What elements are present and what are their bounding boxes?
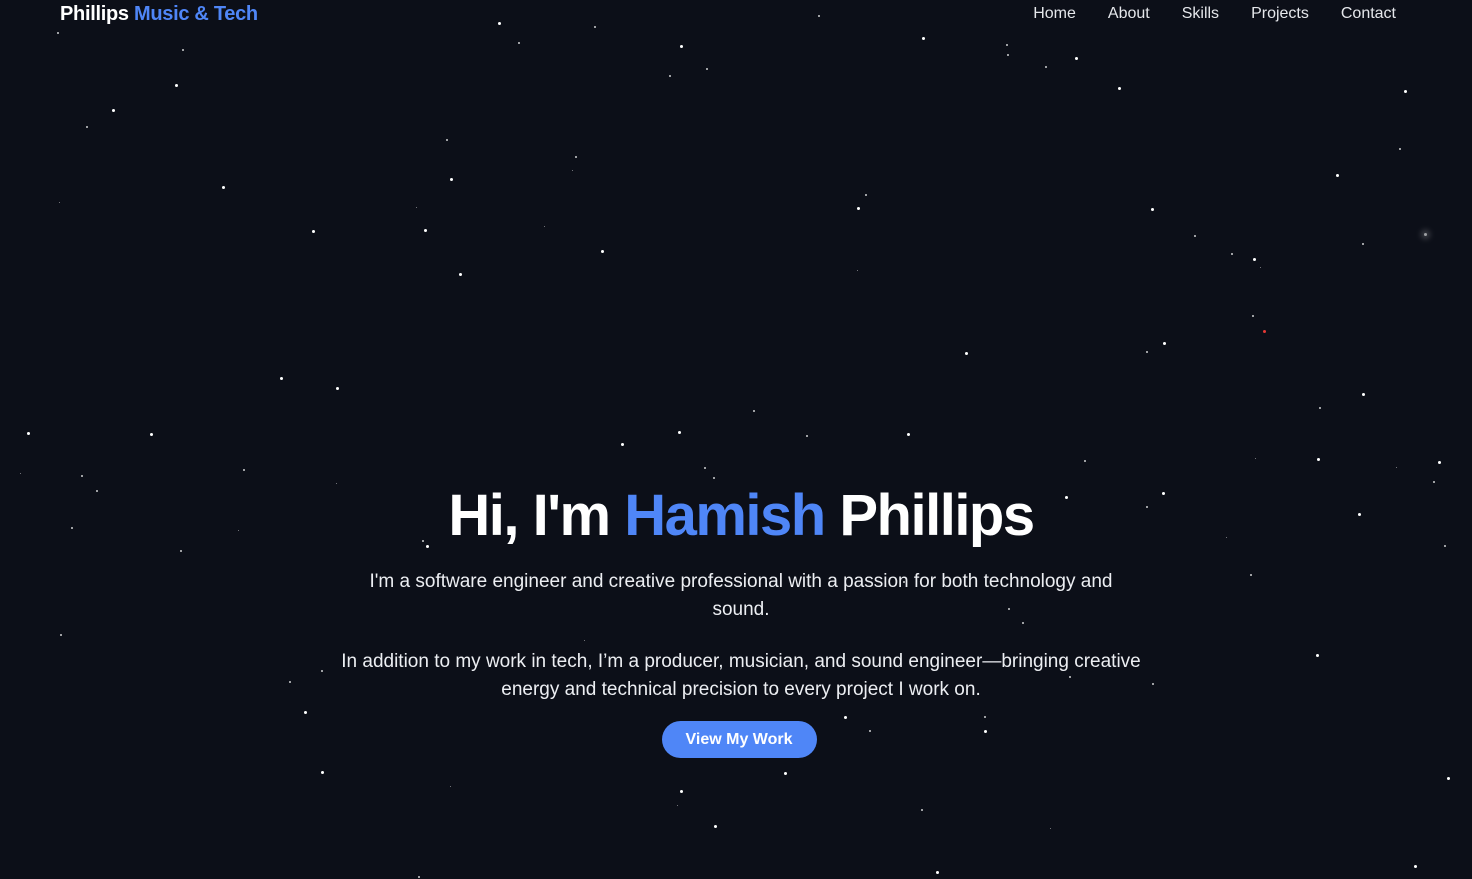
star bbox=[1361, 392, 1365, 396]
star bbox=[571, 169, 573, 171]
star bbox=[921, 809, 923, 811]
star bbox=[1319, 407, 1321, 409]
star bbox=[806, 435, 808, 437]
star bbox=[1150, 207, 1154, 211]
nav-link-home[interactable]: Home bbox=[1033, 5, 1076, 23]
star bbox=[458, 272, 462, 276]
hero-detail-text: In addition to my work in tech, I’m a pr… bbox=[341, 651, 1141, 700]
star bbox=[446, 139, 448, 141]
star bbox=[26, 431, 30, 435]
navbar: Phillips Music & Tech Home About Skills … bbox=[0, 0, 1472, 30]
star bbox=[679, 789, 683, 793]
star bbox=[58, 201, 60, 203]
star bbox=[1335, 173, 1339, 177]
star bbox=[669, 75, 671, 77]
brand-name-main: Phillips bbox=[60, 3, 129, 25]
star bbox=[1006, 44, 1008, 46]
star bbox=[19, 472, 21, 474]
hero-intro-text: I'm a software engineer and creative pro… bbox=[369, 571, 1113, 620]
star bbox=[243, 469, 245, 471]
star bbox=[1074, 56, 1078, 60]
hero-heading: Hi, I'm Hamish Phillips bbox=[0, 478, 1472, 554]
hero-section: Hi, I'm Hamish Phillips I'm a software e… bbox=[0, 478, 1472, 758]
star bbox=[449, 785, 451, 787]
star bbox=[1413, 864, 1417, 868]
star bbox=[1362, 243, 1364, 245]
star bbox=[865, 194, 867, 196]
star bbox=[856, 206, 860, 210]
star bbox=[679, 44, 683, 48]
hero-first-name: Hamish bbox=[624, 483, 826, 548]
nav-link-projects[interactable]: Projects bbox=[1251, 5, 1309, 23]
view-my-work-button[interactable]: View My Work bbox=[661, 721, 817, 758]
star bbox=[600, 249, 604, 253]
star bbox=[81, 475, 83, 477]
star bbox=[1231, 253, 1233, 255]
star bbox=[906, 432, 910, 436]
star bbox=[1403, 89, 1407, 93]
page: Phillips Music & Tech Home About Skills … bbox=[0, 0, 1472, 879]
star bbox=[1049, 827, 1051, 829]
star bbox=[418, 876, 420, 878]
star bbox=[543, 225, 545, 227]
star bbox=[57, 32, 59, 34]
nav-link-skills[interactable]: Skills bbox=[1182, 5, 1219, 23]
star bbox=[86, 126, 88, 128]
star bbox=[1117, 86, 1121, 90]
star bbox=[149, 432, 153, 436]
nav-link-about[interactable]: About bbox=[1108, 5, 1150, 23]
site-logo[interactable]: Phillips Music & Tech bbox=[60, 3, 258, 26]
star bbox=[320, 770, 324, 774]
star bbox=[964, 351, 968, 355]
star bbox=[221, 185, 225, 189]
star-glow bbox=[1424, 233, 1427, 236]
star bbox=[1437, 460, 1441, 464]
star bbox=[1259, 266, 1261, 268]
star bbox=[1252, 315, 1254, 317]
star bbox=[713, 824, 717, 828]
star bbox=[921, 36, 925, 40]
star bbox=[449, 177, 453, 181]
star bbox=[1194, 235, 1196, 237]
star bbox=[856, 269, 858, 271]
star bbox=[174, 83, 178, 87]
star bbox=[1254, 457, 1256, 459]
star bbox=[704, 467, 706, 469]
star bbox=[111, 108, 115, 112]
star bbox=[415, 206, 417, 208]
star bbox=[1399, 148, 1401, 150]
nav-links: Home About Skills Projects Contact bbox=[1033, 5, 1396, 23]
star bbox=[706, 68, 708, 70]
star bbox=[311, 229, 315, 233]
nav-link-contact[interactable]: Contact bbox=[1341, 5, 1396, 23]
brand-name-accent: Music & Tech bbox=[134, 3, 258, 25]
star bbox=[1316, 457, 1320, 461]
hero-last-name: Phillips bbox=[839, 483, 1035, 548]
star bbox=[1446, 776, 1450, 780]
star bbox=[1045, 66, 1047, 68]
star bbox=[677, 430, 681, 434]
star bbox=[676, 804, 678, 806]
star bbox=[935, 870, 939, 874]
star bbox=[575, 156, 577, 158]
star bbox=[182, 49, 184, 51]
star bbox=[1084, 460, 1086, 462]
star bbox=[423, 228, 427, 232]
star bbox=[1395, 466, 1397, 468]
star bbox=[335, 386, 339, 390]
star bbox=[1162, 341, 1166, 345]
star bbox=[783, 771, 787, 775]
star bbox=[620, 442, 624, 446]
star bbox=[753, 410, 755, 412]
star bbox=[1007, 54, 1009, 56]
star bbox=[1252, 257, 1256, 261]
star bbox=[279, 376, 283, 380]
star bbox=[518, 42, 520, 44]
star bbox=[1146, 351, 1148, 353]
star-red bbox=[1263, 330, 1266, 333]
hero-greeting: Hi, I'm bbox=[448, 483, 611, 548]
